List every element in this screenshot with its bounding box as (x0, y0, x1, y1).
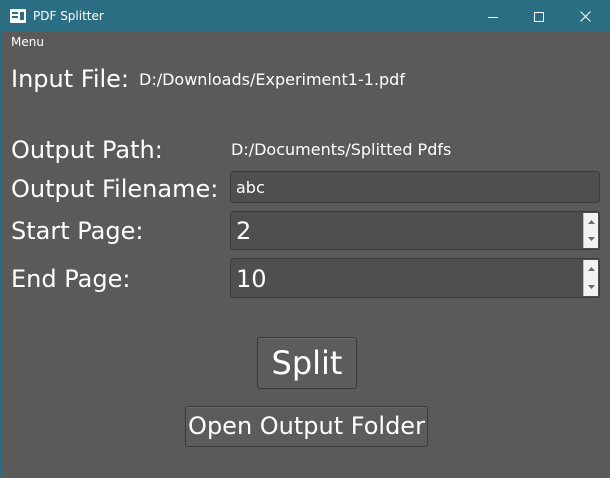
minimize-button[interactable] (470, 1, 516, 32)
end-page-increment[interactable] (584, 260, 598, 278)
input-file-label: Input File: (11, 65, 130, 93)
chevron-down-icon (587, 237, 595, 242)
menu-item-menu[interactable]: Menu (11, 35, 44, 49)
window-title: PDF Splitter (33, 9, 104, 23)
menu-bar: Menu (1, 32, 609, 50)
minimize-icon (488, 16, 498, 18)
start-page-value: 2 (236, 217, 252, 245)
maximize-icon (534, 11, 544, 22)
output-filename-value: abc (236, 178, 265, 197)
maximize-button[interactable] (516, 1, 562, 32)
output-filename-input[interactable]: abc (230, 171, 600, 203)
start-page-increment[interactable] (584, 213, 598, 231)
start-page-spinbox[interactable]: 2 (230, 211, 600, 250)
app-window: PDF Splitter Menu Input File: D:/Downloa… (0, 0, 610, 478)
start-page-decrement[interactable] (584, 231, 598, 249)
start-page-spin-buttons (583, 213, 598, 248)
title-bar[interactable]: PDF Splitter (1, 1, 609, 32)
output-path-label: Output Path: (11, 136, 163, 164)
close-icon (579, 11, 591, 22)
output-filename-label: Output Filename: (11, 175, 219, 203)
end-page-label: End Page: (11, 265, 131, 293)
open-output-folder-button[interactable]: Open Output Folder (185, 406, 428, 447)
start-page-label: Start Page: (11, 217, 144, 245)
end-page-value: 10 (236, 265, 267, 293)
input-file-value: D:/Downloads/Experiment1-1.pdf (139, 70, 405, 89)
chevron-up-icon (587, 219, 595, 224)
close-button[interactable] (562, 1, 608, 32)
end-page-decrement[interactable] (584, 278, 598, 296)
end-page-spinbox[interactable]: 10 (230, 258, 600, 298)
end-page-spin-buttons (583, 260, 598, 296)
output-path-value: D:/Documents/Splitted Pdfs (231, 140, 452, 159)
app-icon (10, 9, 26, 23)
chevron-down-icon (587, 285, 595, 289)
chevron-up-icon (587, 267, 595, 271)
split-button[interactable]: Split (257, 337, 357, 389)
